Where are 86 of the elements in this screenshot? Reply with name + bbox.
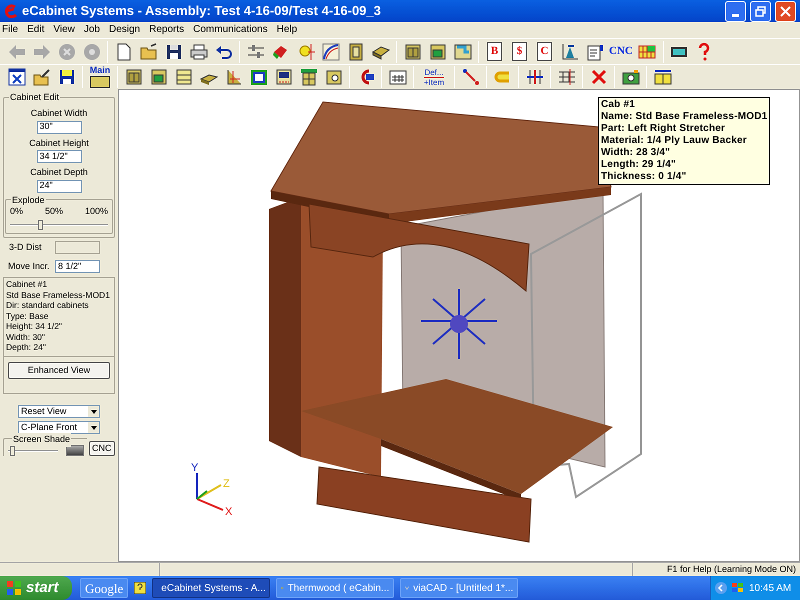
text-field[interactable]: 8 1/2" (55, 260, 100, 273)
window-x-icon[interactable] (6, 67, 26, 87)
field-label: Move Incr. (8, 260, 50, 272)
menu-item[interactable]: Design (108, 22, 140, 37)
menu-item[interactable]: Job (84, 22, 100, 37)
field-label: Cabinet Width (30, 107, 88, 120)
hood-icon[interactable] (298, 67, 318, 87)
status-text: F1 for Help (Learning Mode ON) (666, 563, 797, 576)
enhanced-view-button[interactable]: Enhanced View (8, 362, 110, 379)
cabinet-icon[interactable] (124, 67, 144, 87)
folder-icon[interactable] (138, 42, 158, 62)
minimize-button[interactable] (725, 0, 746, 22)
close-button[interactable] (775, 0, 796, 22)
axis-label: Z (223, 478, 230, 490)
part-tooltip: Cab #1 Name: Std Base Frameless-MOD1 Part: Left Right Stretcher Material: 1/4 Ply Lauw Backer Width: 28 3/4" Length: 29 1/4" Thickness: 0 1/4" (598, 97, 770, 185)
menu-item[interactable]: Edit (27, 22, 44, 37)
restore-button[interactable] (750, 0, 771, 22)
info-line: Std Base Frameless-MOD1 (6, 290, 111, 300)
chart-icon[interactable] (560, 42, 580, 62)
close-icon (780, 6, 791, 16)
info-line: Type: Base (6, 310, 50, 321)
info-line: Cabinet #1 (6, 279, 48, 290)
field-label: Cabinet Depth (30, 166, 88, 179)
windows-logo-icon (6, 580, 22, 596)
menu-item[interactable]: Communications (193, 22, 268, 37)
taskbar-button[interactable]: eCabinet Systems - A... (152, 578, 270, 598)
dropdown[interactable]: Reset View (18, 405, 100, 418)
cabinet-icon[interactable] (148, 67, 168, 87)
text-field[interactable] (55, 241, 100, 254)
group-label: Screen Shade (12, 433, 72, 446)
restore-icon (755, 6, 766, 16)
info-line: Dir: standard cabinets (6, 300, 90, 310)
main-button[interactable]: Main (86, 66, 114, 88)
text-field[interactable]: 24" (36, 180, 82, 192)
panel-icon[interactable] (274, 67, 294, 87)
document-button[interactable]: $ (512, 42, 527, 61)
tick-label: 100% (84, 204, 108, 218)
document-button[interactable]: C (537, 42, 552, 61)
cabinet-icon[interactable] (248, 67, 268, 87)
field-label: 3-D Dist (9, 241, 42, 254)
info-line: Width: 30" (6, 332, 46, 342)
app-logo-icon (4, 3, 18, 19)
menu-item[interactable]: File (2, 22, 18, 37)
profile-icon[interactable] (320, 42, 340, 62)
field-label: Cabinet Height (29, 136, 89, 150)
floor-plan-icon[interactable] (452, 42, 472, 62)
folder-pencil-icon[interactable] (32, 67, 52, 87)
cabinet-icon[interactable] (428, 42, 448, 62)
cnc-button[interactable]: CNC (607, 40, 635, 62)
dropdown[interactable]: C-Plane Front (18, 421, 100, 434)
axis-label: X (225, 506, 232, 518)
caret-icon (90, 426, 96, 430)
clock: 10:45 AM (749, 582, 792, 596)
menu-item[interactable]: Reports (149, 22, 184, 37)
text-field[interactable]: 30" (36, 120, 82, 134)
slider-thumb[interactable] (38, 220, 43, 230)
3d-viewport[interactable]: Y Z X Cab #1 Name: Std Base Frameless-MOD1 Part: Left Right Stretcher Material: 1/4 Ply Lauw Backer Width: 28 3/4" Length: 29 1/4" Thickness: 0 1/4" (118, 89, 800, 562)
tick-label: 50% (44, 205, 63, 218)
menu-item[interactable]: View (53, 22, 75, 37)
axis-drawing (196, 473, 224, 511)
cnc-button[interactable]: CNC (89, 441, 114, 456)
windows-flag-icon[interactable] (731, 582, 745, 594)
slider-thumb[interactable] (10, 446, 16, 456)
drawer-icon[interactable] (174, 67, 194, 87)
camera-icon[interactable] (620, 67, 640, 87)
cabinet-icon[interactable] (402, 42, 422, 62)
menu-item[interactable]: Help (276, 22, 298, 37)
help-icon[interactable] (134, 582, 146, 594)
text-field[interactable]: 34 1/2" (36, 150, 82, 163)
axis-label: Y (191, 462, 198, 474)
info-line: Depth: 24" (6, 342, 47, 352)
start-button[interactable]: start (0, 576, 72, 600)
info-line: Height: 34 1/2" (6, 321, 63, 332)
wall-grid-icon[interactable] (556, 67, 576, 87)
tick-label: 0% (10, 205, 24, 218)
arrow-left-icon[interactable] (715, 582, 727, 594)
caret-icon (90, 410, 96, 414)
measure-icon[interactable] (652, 67, 672, 87)
define-item-button[interactable]: Def... +Item (417, 66, 451, 88)
window-title: eCabinet Systems - Assembly: Test 4-16-09/Test 4-16-09_3 (22, 2, 381, 20)
group-label: Explode (11, 194, 46, 207)
printer-icon[interactable] (188, 42, 208, 62)
color-swatch[interactable] (66, 445, 84, 456)
document-button[interactable]: B (487, 42, 502, 61)
align-icon[interactable] (524, 67, 544, 87)
pick-points-icon[interactable] (460, 67, 480, 87)
